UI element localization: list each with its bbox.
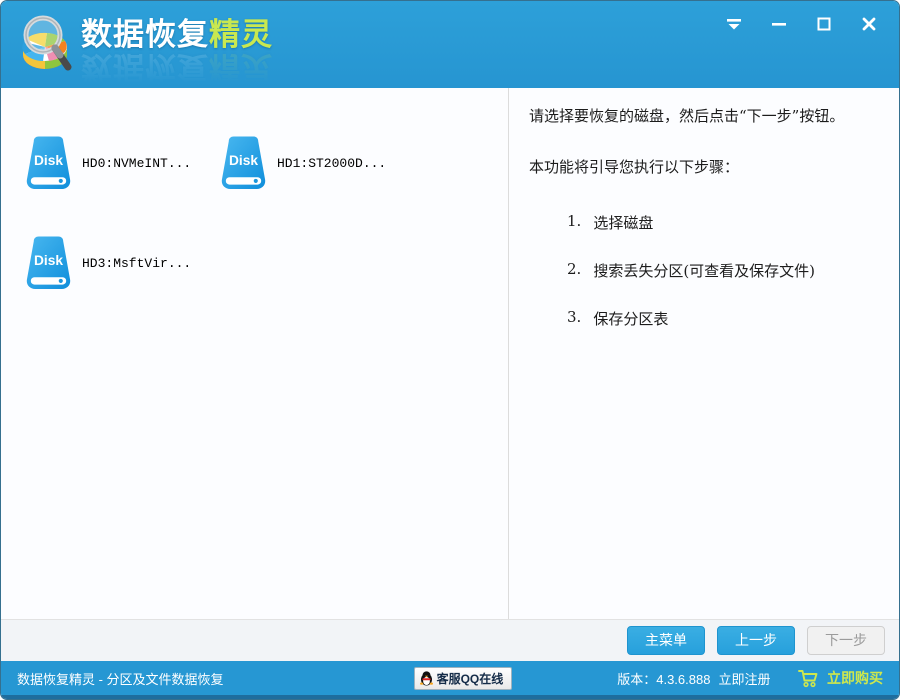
app-logo-icon	[13, 9, 77, 81]
step-number: 3.	[567, 308, 581, 329]
minimize-icon[interactable]	[767, 13, 791, 35]
instructions-panel: 请选择要恢复的磁盘，然后点击“下一步”按钮。 本功能将引导您执行以下步骤： 1.…	[509, 88, 899, 619]
collapse-icon[interactable]	[722, 13, 746, 35]
version-area: 版本：4.3.6.888 立即注册	[617, 669, 770, 688]
window-bottom-edge	[1, 695, 899, 699]
window-controls	[722, 13, 881, 35]
register-link[interactable]: 立即注册	[718, 669, 770, 688]
cart-icon	[798, 669, 820, 688]
disk-list-panel: Disk HD0:NVMeINT... Disk HD1:ST2000D...	[1, 88, 509, 619]
app-title: 数据恢复精灵 数据恢复精灵	[81, 19, 273, 83]
buy-now-link[interactable]: 立即购买	[798, 668, 883, 688]
disk-item-hd0[interactable]: Disk HD0:NVMeINT...	[21, 113, 216, 213]
main-content: Disk HD0:NVMeINT... Disk HD1:ST2000D...	[1, 88, 899, 619]
svg-text:Disk: Disk	[229, 153, 258, 168]
title-accent: 精灵	[209, 17, 273, 52]
main-menu-button[interactable]: 主菜单	[627, 626, 705, 655]
disk-icon: Disk	[216, 134, 271, 192]
close-icon[interactable]	[857, 13, 881, 35]
disk-item-hd3[interactable]: Disk HD3:MsftVir...	[21, 213, 216, 313]
maximize-icon[interactable]	[812, 13, 836, 35]
navigation-button-bar: 主菜单 上一步 下一步	[1, 619, 899, 661]
disk-label: HD0:NVMeINT...	[82, 156, 191, 171]
step-text: 保存分区表	[593, 308, 668, 329]
step-number: 1.	[567, 212, 581, 233]
title-reflection: 数据恢复精灵	[81, 52, 273, 83]
svg-text:Disk: Disk	[34, 153, 63, 168]
app-window: 数据恢复精灵 数据恢复精灵	[0, 0, 900, 700]
step-text: 选择磁盘	[593, 212, 653, 233]
qq-button-label: 客服QQ在线	[437, 670, 504, 687]
qq-penguin-icon	[420, 671, 433, 686]
disk-label: HD1:ST2000D...	[277, 156, 386, 171]
next-step-button: 下一步	[807, 626, 885, 655]
step-item-3: 3. 保存分区表	[567, 308, 873, 329]
step-item-2: 2. 搜索丢失分区(可查看及保存文件)	[567, 260, 873, 281]
buy-now-label: 立即购买	[827, 668, 883, 688]
disk-icon: Disk	[21, 234, 76, 292]
status-bar: 数据恢复精灵 - 分区及文件数据恢复 客服QQ在线 版本：4.3.6.888 立…	[1, 661, 899, 695]
step-number: 2.	[567, 260, 581, 281]
title-main: 数据恢复	[81, 17, 209, 52]
step-text: 搜索丢失分区(可查看及保存文件)	[593, 260, 815, 281]
qq-support-button[interactable]: 客服QQ在线	[414, 667, 513, 690]
disk-item-hd1[interactable]: Disk HD1:ST2000D...	[216, 113, 411, 213]
status-text: 数据恢复精灵 - 分区及文件数据恢复	[17, 669, 224, 688]
step-list: 1. 选择磁盘 2. 搜索丢失分区(可查看及保存文件) 3. 保存分区表	[529, 212, 873, 329]
disk-label: HD3:MsftVir...	[82, 256, 191, 271]
instruction-paragraph-2: 本功能将引导您执行以下步骤：	[529, 155, 873, 180]
disk-icon: Disk	[21, 134, 76, 192]
title-bar: 数据恢复精灵 数据恢复精灵	[1, 1, 899, 88]
instruction-paragraph-1: 请选择要恢复的磁盘，然后点击“下一步”按钮。	[529, 104, 873, 129]
prev-step-button[interactable]: 上一步	[717, 626, 795, 655]
version-text: 版本：4.3.6.888	[617, 669, 710, 688]
step-item-1: 1. 选择磁盘	[567, 212, 873, 233]
svg-text:Disk: Disk	[34, 253, 63, 268]
